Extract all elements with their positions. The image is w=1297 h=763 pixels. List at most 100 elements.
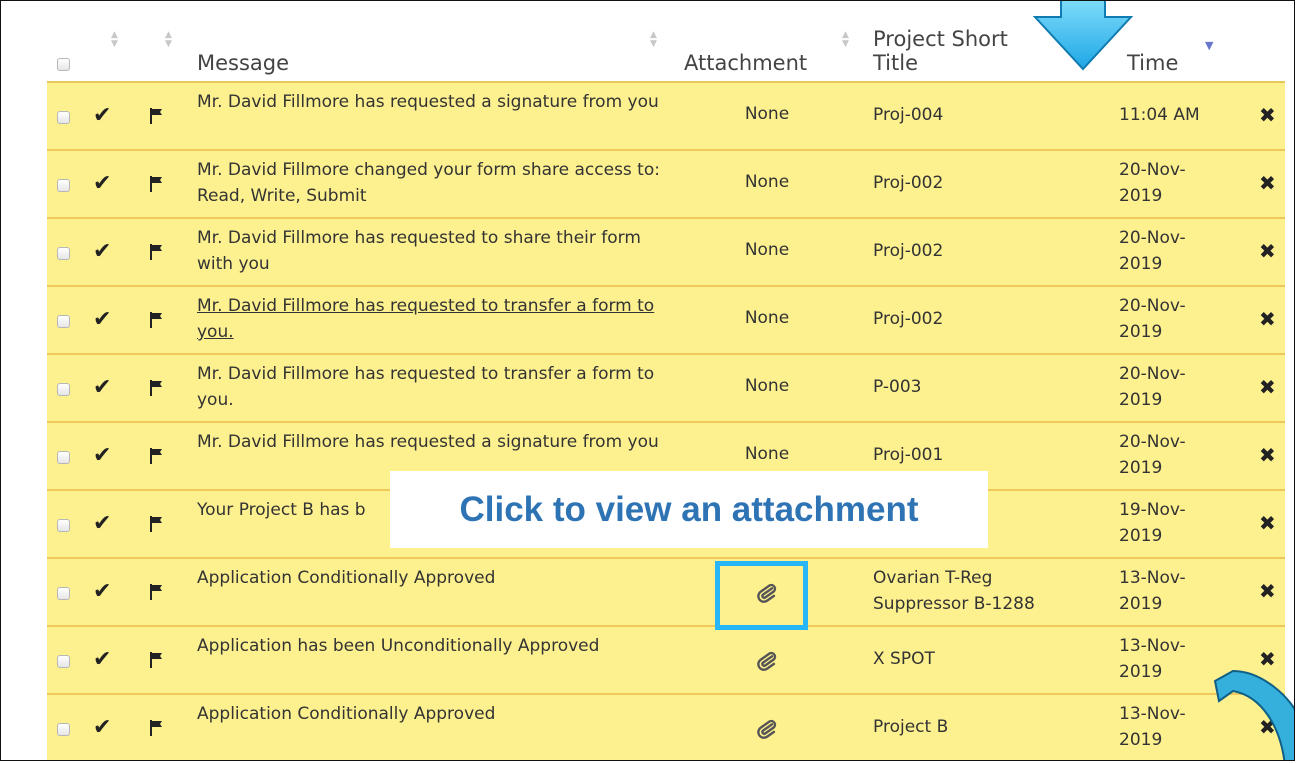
sort-attachment-icon[interactable]: ▲ ▼ xyxy=(842,31,849,49)
row-checkbox[interactable] xyxy=(57,723,70,736)
flag-icon[interactable] xyxy=(150,516,164,532)
sort-time-desc-icon[interactable]: ▼ xyxy=(1205,40,1213,51)
header-attachment[interactable]: Attachment xyxy=(684,51,807,75)
row-checkbox[interactable] xyxy=(57,451,70,464)
close-icon[interactable]: ✖ xyxy=(1259,239,1276,263)
check-icon[interactable]: ✔ xyxy=(93,511,111,536)
time-text: 11:04 AM xyxy=(1119,105,1200,125)
check-icon[interactable]: ✔ xyxy=(93,239,111,264)
time-cell: 20-Nov- 2019 xyxy=(1119,429,1239,481)
message-text: Mr. David Fillmore has requested a signa… xyxy=(197,432,659,452)
table-row[interactable]: ✔ Mr. David Fillmore has requested to tra… xyxy=(47,355,1285,423)
time-cell: 20-Nov- 2019 xyxy=(1119,361,1239,413)
sort-message-icon[interactable]: ▲ ▼ xyxy=(650,31,657,49)
check-icon[interactable]: ✔ xyxy=(93,307,111,332)
time-text: 13-Nov- 2019 xyxy=(1119,704,1186,750)
flag-icon[interactable] xyxy=(150,176,164,192)
sort-flag-icon[interactable]: ▲ ▼ xyxy=(165,31,172,49)
project-title: X SPOT xyxy=(873,633,1093,685)
flag-icon[interactable] xyxy=(150,244,164,260)
message-text: Mr. David Fillmore has requested to tran… xyxy=(197,364,655,410)
message-text: Mr. David Fillmore changed your form sha… xyxy=(197,160,660,206)
message-text: Application Conditionally Approved xyxy=(197,704,496,724)
attachment-cell: None xyxy=(744,376,790,396)
flag-icon[interactable] xyxy=(150,720,164,736)
row-checkbox[interactable] xyxy=(57,315,70,328)
time-cell: 11:04 AM xyxy=(1119,89,1239,141)
attachment-highlight-box xyxy=(715,561,808,630)
paperclip-icon[interactable] xyxy=(707,650,827,672)
select-all-checkbox[interactable] xyxy=(57,58,70,71)
table-row[interactable]: ✔ Application has been Unconditionally Ap… xyxy=(47,627,1285,695)
attachment-cell[interactable] xyxy=(707,716,827,740)
project-title: Proj-004 xyxy=(873,89,1093,141)
header-message[interactable]: Message xyxy=(197,51,289,75)
table-row[interactable]: ✔ Mr. David Fillmore has requested to tra… xyxy=(47,287,1285,355)
close-icon[interactable]: ✖ xyxy=(1259,579,1276,603)
flag-icon[interactable] xyxy=(150,312,164,328)
row-checkbox[interactable] xyxy=(57,247,70,260)
row-checkbox[interactable] xyxy=(57,587,70,600)
check-icon[interactable]: ✔ xyxy=(93,443,111,468)
row-checkbox[interactable] xyxy=(57,519,70,532)
project-title-text: Proj-001 xyxy=(873,445,944,465)
project-title-text: Project B xyxy=(873,717,949,737)
flag-icon[interactable] xyxy=(150,448,164,464)
project-title: Project B xyxy=(873,701,1093,753)
flag-icon[interactable] xyxy=(150,584,164,600)
project-title: Proj-002 xyxy=(873,293,1093,345)
time-text: 13-Nov- 2019 xyxy=(1119,636,1186,682)
message-text[interactable]: Mr. David Fillmore has requested to tran… xyxy=(197,293,667,345)
table-row[interactable]: ✔ Application Conditionally Approved Proje… xyxy=(47,695,1285,760)
time-cell: 20-Nov- 2019 xyxy=(1119,225,1239,277)
time-text: 20-Nov- 2019 xyxy=(1119,432,1186,478)
check-icon[interactable]: ✔ xyxy=(93,375,111,400)
message-text: Application Conditionally Approved xyxy=(197,568,496,588)
check-icon[interactable]: ✔ xyxy=(93,103,111,128)
message-text: Mr. David Fillmore has requested a signa… xyxy=(197,92,659,112)
project-title-text: P-003 xyxy=(873,377,922,397)
check-icon[interactable]: ✔ xyxy=(93,647,111,672)
close-icon[interactable]: ✖ xyxy=(1259,171,1276,195)
close-icon[interactable]: ✖ xyxy=(1259,511,1276,535)
flag-icon[interactable] xyxy=(150,108,164,124)
table-row[interactable]: ✔ Mr. David Fillmore has requested to sha… xyxy=(47,219,1285,287)
row-checkbox[interactable] xyxy=(57,111,70,124)
row-checkbox[interactable] xyxy=(57,383,70,396)
project-title-text: X SPOT xyxy=(873,649,935,669)
table-row[interactable]: ✔ Mr. David Fillmore has requested a sign… xyxy=(47,83,1285,151)
header-project-line2: Title xyxy=(873,51,919,75)
check-icon[interactable]: ✔ xyxy=(93,171,111,196)
project-title: Proj-002 xyxy=(873,225,1093,277)
check-icon[interactable]: ✔ xyxy=(93,715,111,740)
row-checkbox[interactable] xyxy=(57,655,70,668)
attachment-cell: None xyxy=(744,104,790,124)
sort-read-icon[interactable]: ▲ ▼ xyxy=(111,31,118,49)
attachment-cell[interactable] xyxy=(707,648,827,672)
attachment-cell: None xyxy=(744,172,790,192)
time-text: 13-Nov- 2019 xyxy=(1119,568,1186,614)
paperclip-icon[interactable] xyxy=(707,718,827,740)
table-body: ✔ Mr. David Fillmore has requested a sign… xyxy=(47,83,1285,760)
attachment-cell: None xyxy=(744,444,790,464)
flag-icon[interactable] xyxy=(150,652,164,668)
time-cell: 20-Nov- 2019 xyxy=(1119,293,1239,345)
check-icon[interactable]: ✔ xyxy=(93,579,111,604)
close-icon[interactable]: ✖ xyxy=(1259,443,1276,467)
attachment-cell: None xyxy=(744,240,790,260)
row-checkbox[interactable] xyxy=(57,179,70,192)
time-cell: 19-Nov- 2019 xyxy=(1119,497,1239,549)
flag-icon[interactable] xyxy=(150,380,164,396)
notifications-table: ▲ ▼ ▲ ▼ Message ▲ ▼ Attachment ▲ ▼ Project S… xyxy=(47,1,1285,760)
header-project-line1: Project Short xyxy=(873,27,1008,51)
time-cell: 13-Nov- 2019 xyxy=(1119,565,1239,617)
table-row[interactable]: ✔ Mr. David Fillmore changed your form sh… xyxy=(47,151,1285,219)
attachment-cell: None xyxy=(744,308,790,328)
header-project-title[interactable]: Project Short Title xyxy=(873,27,1008,75)
project-title-text: Proj-002 xyxy=(873,309,944,329)
close-icon[interactable]: ✖ xyxy=(1259,103,1276,127)
close-icon[interactable]: ✖ xyxy=(1259,307,1276,331)
close-icon[interactable]: ✖ xyxy=(1259,375,1276,399)
table-row[interactable]: ✔ Application Conditionally Approved Ovari… xyxy=(47,559,1285,627)
callout-label: Click to view an attachment xyxy=(390,471,988,548)
